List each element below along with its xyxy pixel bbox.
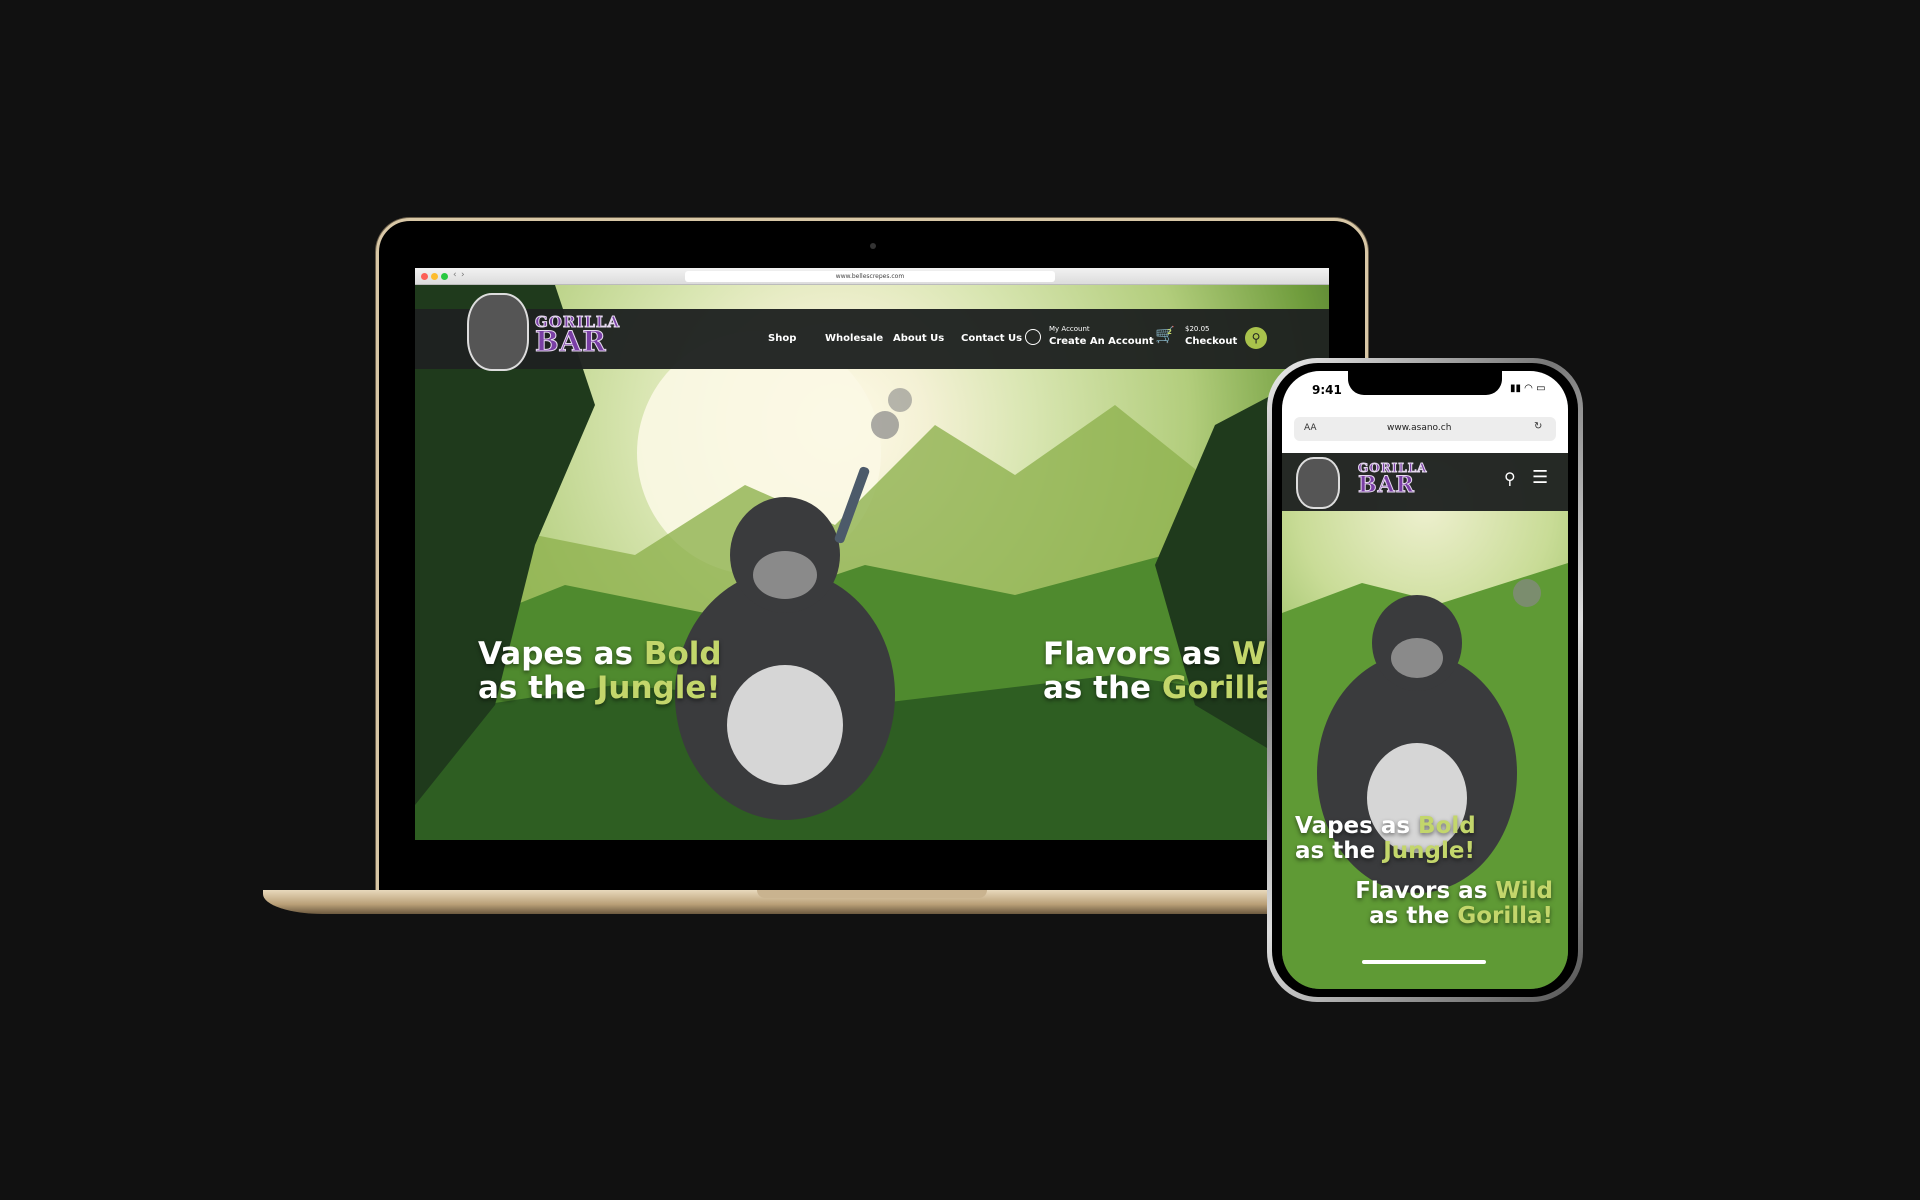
gorilla-logo-icon[interactable] — [467, 293, 529, 371]
laptop-screen: ‹ › www.bellescrepes.com GORILLA BAR Sho… — [415, 268, 1329, 840]
back-icon[interactable]: ‹ — [453, 270, 457, 280]
forward-icon[interactable]: › — [461, 270, 465, 280]
phone-notch — [1348, 371, 1502, 395]
maximize-button[interactable] — [441, 273, 448, 280]
search-icon[interactable]: ⚲ — [1245, 327, 1267, 349]
laptop-notch — [757, 890, 987, 898]
cart-icon[interactable]: 🛒 — [1155, 327, 1175, 343]
hero-headline-left: Vapes as Bold as the Jungle! — [478, 636, 722, 707]
nav-contact-us[interactable]: Contact Us — [961, 333, 1022, 344]
phone-browser-bar: AA www.asano.ch ↻ — [1282, 413, 1568, 453]
phone-site-header: GORILLA BAR ⚲ ☰ — [1282, 453, 1568, 511]
home-indicator[interactable] — [1362, 960, 1486, 964]
logo-text-bottom[interactable]: BAR — [535, 326, 607, 357]
status-time: 9:41 — [1312, 383, 1342, 397]
close-button[interactable] — [421, 273, 428, 280]
phone-screen: 9:41 ▮▮ ◠ ▭ AA www.asano.ch ↻ GORILLA BA… — [1282, 371, 1568, 989]
camera — [870, 243, 876, 249]
site-header: GORILLA BAR Shop Wholesale About Us Cont… — [415, 293, 1329, 371]
my-account-label[interactable]: My Account — [1049, 325, 1090, 333]
create-account-link[interactable]: Create An Account — [1049, 336, 1154, 347]
menu-icon[interactable]: ☰ — [1532, 467, 1548, 488]
text-size-button[interactable]: AA — [1304, 423, 1317, 433]
minimize-button[interactable] — [431, 273, 438, 280]
logo-text-bottom[interactable]: BAR — [1358, 473, 1415, 498]
nav-wholesale[interactable]: Wholesale — [825, 333, 883, 344]
url-bar[interactable]: www.bellescrepes.com — [685, 271, 1055, 282]
phone-hero-headline-left: Vapes as Bold as the Jungle! — [1295, 813, 1476, 865]
checkout-link[interactable]: Checkout — [1185, 336, 1237, 347]
browser-toolbar: ‹ › www.bellescrepes.com — [415, 268, 1329, 285]
cart-total[interactable]: $20.05 — [1185, 325, 1210, 333]
user-icon[interactable] — [1025, 329, 1041, 345]
reload-icon[interactable]: ↻ — [1534, 421, 1542, 432]
signal-wifi-battery-icon: ▮▮ ◠ ▭ — [1510, 383, 1546, 394]
gorilla-logo-icon[interactable] — [1296, 457, 1340, 509]
phone-hero-headline-right: Flavors as Wild as the Gorilla! — [1355, 878, 1553, 930]
phone-url-bar[interactable]: www.asano.ch — [1387, 423, 1451, 433]
search-icon[interactable]: ⚲ — [1504, 469, 1516, 488]
nav-shop[interactable]: Shop — [768, 333, 796, 344]
cart-count: 2 — [1167, 328, 1172, 336]
nav-about-us[interactable]: About Us — [893, 333, 944, 344]
